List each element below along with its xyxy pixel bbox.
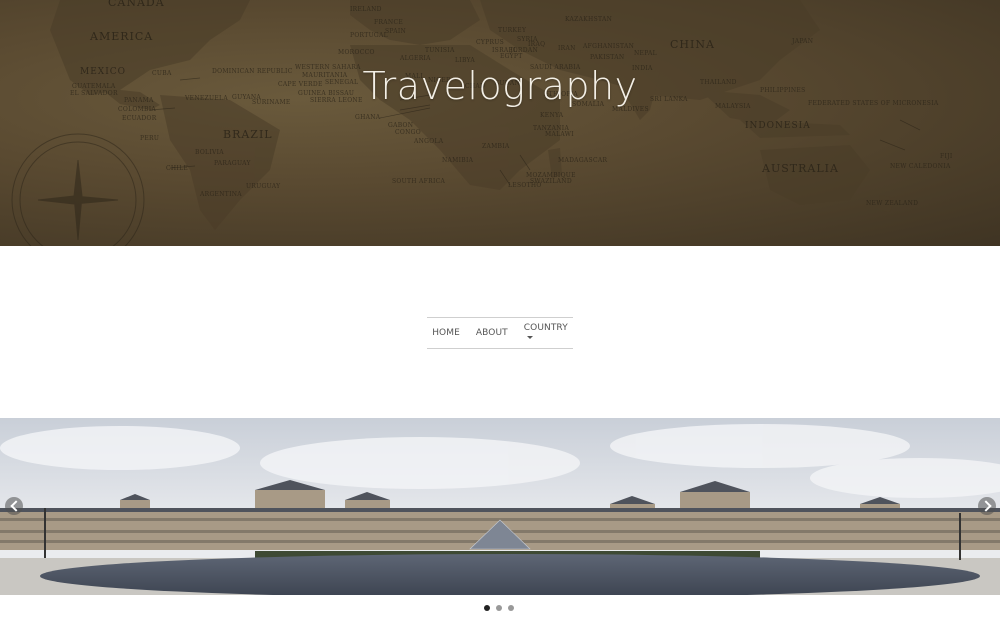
map-label-afghanistan: AFGHANISTAN bbox=[582, 43, 634, 50]
world-map-background: CANADA AMERICA MEXICO BRAZIL CHINA INDIA… bbox=[11, 0, 953, 246]
map-label-gabon: GABON bbox=[388, 122, 413, 129]
map-label-portugal: PORTUGAL bbox=[350, 32, 388, 39]
map-label-peru: PERU bbox=[140, 135, 159, 142]
map-label-algeria: ALGERIA bbox=[399, 55, 431, 62]
compass-rose-icon bbox=[11, 133, 145, 246]
map-label-pakistan: PAKISTAN bbox=[590, 54, 624, 61]
map-label-syria: SYRIA bbox=[517, 36, 538, 43]
nav-home[interactable]: HOME bbox=[424, 328, 468, 338]
map-label-australia: AUSTRALIA bbox=[761, 162, 839, 175]
map-label-congo: CONGO bbox=[395, 129, 421, 136]
map-label-angola: ANGOLA bbox=[413, 138, 444, 145]
carousel-dot-2[interactable] bbox=[496, 605, 502, 611]
chevron-left-icon bbox=[10, 500, 22, 512]
map-label-brazil: BRAZIL bbox=[223, 128, 273, 141]
site-title[interactable]: Travelography bbox=[0, 64, 1000, 108]
map-label-malawi: MALAWI bbox=[545, 131, 574, 138]
map-label-morocco: MOROCCO bbox=[338, 49, 375, 56]
map-label-china: CHINA bbox=[670, 38, 715, 51]
carousel-prev-button[interactable] bbox=[5, 497, 23, 515]
map-label-ireland: IRELAND bbox=[350, 6, 382, 13]
map-label-canada: CANADA bbox=[108, 0, 165, 9]
map-label-kenya: KENYA bbox=[540, 112, 564, 119]
carousel-dot-3[interactable] bbox=[508, 605, 514, 611]
map-label-jordan: JORDAN bbox=[509, 47, 538, 54]
nav-about[interactable]: ABOUT bbox=[468, 328, 516, 338]
map-label-america: AMERICA bbox=[89, 30, 153, 43]
map-label-namibia: NAMIBIA bbox=[442, 157, 474, 164]
map-label-turkey: TURKEY bbox=[498, 27, 527, 34]
map-label-kazakhstan: KAZAKHSTAN bbox=[565, 16, 612, 23]
map-label-new-caledonia: NEW CALEDONIA bbox=[890, 163, 951, 170]
caret-down-icon bbox=[526, 336, 533, 339]
map-label-tunisia: TUNISIA bbox=[425, 47, 455, 54]
map-label-madagascar: MADAGASCAR bbox=[558, 157, 607, 164]
map-label-nepal: NEPAL bbox=[634, 50, 657, 57]
map-label-new-zealand: NEW ZEALAND bbox=[866, 200, 918, 207]
hero-banner: CANADA AMERICA MEXICO BRAZIL CHINA INDIA… bbox=[0, 0, 1000, 246]
map-label-south-africa: SOUTH AFRICA bbox=[392, 178, 446, 185]
map-label-argentina: ARGENTINA bbox=[199, 191, 242, 198]
map-label-cyprus: CYPRUS bbox=[476, 39, 504, 46]
map-label-spain: SPAIN bbox=[385, 28, 406, 35]
main-nav: HOME ABOUT COUNTRY bbox=[427, 317, 573, 349]
map-label-zambia: ZAMBIA bbox=[482, 143, 510, 150]
map-label-paraguay: PARAGUAY bbox=[214, 160, 252, 167]
map-label-iran: IRAN bbox=[558, 45, 576, 52]
map-label-bolivia: BOLIVIA bbox=[195, 149, 224, 156]
map-label-swaziland: SWAZILAND bbox=[530, 178, 572, 185]
map-label-egypt: EGYPT bbox=[500, 53, 523, 60]
map-label-chile: CHILE bbox=[166, 165, 188, 172]
nav-country-dropdown[interactable]: COUNTRY bbox=[516, 323, 576, 343]
map-label-fiji: FIJI bbox=[940, 153, 953, 160]
map-label-france: FRANCE bbox=[374, 19, 403, 26]
carousel-indicators bbox=[484, 605, 514, 611]
image-carousel bbox=[0, 418, 1000, 595]
map-label-japan: JAPAN bbox=[791, 38, 813, 45]
map-label-ghana: GHANA bbox=[355, 114, 381, 121]
carousel-slide-image bbox=[0, 418, 1000, 595]
carousel-next-button[interactable] bbox=[978, 497, 996, 515]
map-label-uruguay: URUGUAY bbox=[246, 183, 281, 190]
map-label-ecuador: ECUADOR bbox=[122, 115, 157, 122]
carousel-dot-1[interactable] bbox=[484, 605, 490, 611]
chevron-right-icon bbox=[980, 500, 992, 512]
map-label-libya: LIBYA bbox=[455, 57, 475, 64]
nav-country-label: COUNTRY bbox=[523, 323, 568, 333]
map-label-indonesia: INDONESIA bbox=[745, 121, 811, 131]
